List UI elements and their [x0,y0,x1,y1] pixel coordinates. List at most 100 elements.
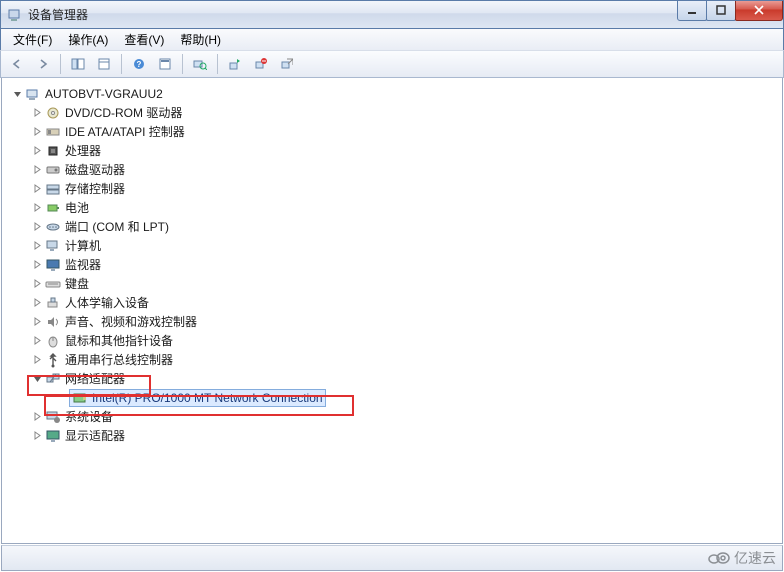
maximize-button[interactable] [706,1,736,21]
expand-toggle-icon[interactable] [32,145,43,156]
keyboard-icon [45,276,61,292]
display-icon [45,428,61,444]
tree-node[interactable]: 磁盘驱动器 [6,160,782,179]
menu-help[interactable]: 帮助(H) [172,29,229,50]
expand-toggle-icon[interactable] [32,126,43,137]
node-label: 端口 (COM 和 LPT) [65,218,169,235]
properties-button-2[interactable] [92,53,116,75]
title-bar: 设备管理器 [0,0,784,29]
expand-toggle-icon[interactable] [32,373,43,384]
tree-node[interactable]: 声音、视频和游戏控制器 [6,312,782,331]
tree-node[interactable]: IDE ATA/ATAPI 控制器 [6,122,782,141]
tree-node[interactable]: 系统设备 [6,407,782,426]
node-label: 系统设备 [65,408,113,425]
toolbar: ? [0,50,784,78]
window-title: 设备管理器 [28,6,678,23]
disable-button[interactable] [275,53,299,75]
expand-toggle-icon[interactable] [12,88,23,99]
tree-node[interactable]: 显示适配器 [6,426,782,445]
svg-text:?: ? [137,60,142,69]
forward-button[interactable] [31,53,55,75]
expand-toggle-icon[interactable] [32,107,43,118]
computer-icon [45,238,61,254]
close-button[interactable] [735,1,783,21]
sound-icon [45,314,61,330]
tree-node[interactable]: 人体学输入设备 [6,293,782,312]
port-icon [45,219,61,235]
node-label: IDE ATA/ATAPI 控制器 [65,123,185,140]
node-label: 显示适配器 [65,427,125,444]
node-label: Intel(R) PRO/1000 MT Network Connection [92,391,323,405]
mouse-icon [45,333,61,349]
menu-action[interactable]: 操作(A) [60,29,116,50]
expand-toggle-icon[interactable] [32,278,43,289]
expand-toggle-icon[interactable] [32,354,43,365]
expand-toggle-icon[interactable] [32,240,43,251]
separator [60,54,61,74]
scan-hardware-button[interactable] [188,53,212,75]
tree-node-network-device[interactable]: Intel(R) PRO/1000 MT Network Connection [6,388,782,407]
tree-node[interactable]: 计算机 [6,236,782,255]
node-label: 监视器 [65,256,101,273]
expand-toggle-icon[interactable] [32,430,43,441]
properties-button[interactable] [153,53,177,75]
expand-toggle-icon[interactable] [32,316,43,327]
ide-icon [45,124,61,140]
node-label: 磁盘驱动器 [65,161,125,178]
node-label: 处理器 [65,142,101,159]
disc-icon [45,105,61,121]
show-hide-tree-button[interactable] [66,53,90,75]
tree-node[interactable]: 处理器 [6,141,782,160]
node-label: 电池 [65,199,89,216]
tree-node[interactable]: 监视器 [6,255,782,274]
cloud-icon [707,549,731,568]
hid-icon [45,295,61,311]
node-label: DVD/CD-ROM 驱动器 [65,104,182,121]
back-button[interactable] [5,53,29,75]
status-bar [1,545,783,571]
node-label: 存储控制器 [65,180,125,197]
update-driver-button[interactable] [223,53,247,75]
minimize-button[interactable] [677,1,707,21]
computer-icon [25,86,41,102]
menu-view[interactable]: 查看(V) [116,29,172,50]
network-card-icon [72,390,88,406]
cpu-icon [45,143,61,159]
node-label: 网络适配器 [65,370,125,387]
tree-node[interactable]: 鼠标和其他指针设备 [6,331,782,350]
tree-node[interactable]: 端口 (COM 和 LPT) [6,217,782,236]
tree-node[interactable]: DVD/CD-ROM 驱动器 [6,103,782,122]
tree-node[interactable]: 键盘 [6,274,782,293]
tree-node[interactable]: 电池 [6,198,782,217]
tree-node[interactable]: 通用串行总线控制器 [6,350,782,369]
expand-toggle-icon[interactable] [32,221,43,232]
disk-icon [45,162,61,178]
node-label: 声音、视频和游戏控制器 [65,313,197,330]
uninstall-button[interactable] [249,53,273,75]
expand-toggle-icon[interactable] [32,335,43,346]
node-label: 通用串行总线控制器 [65,351,173,368]
tree-root-node[interactable]: AUTOBVT-VGRAUU2 [6,84,782,103]
menu-bar: 文件(F) 操作(A) 查看(V) 帮助(H) [0,29,784,50]
watermark: 亿速云 [707,548,776,568]
separator [217,54,218,74]
node-label: 计算机 [65,237,101,254]
watermark-text: 亿速云 [734,548,776,568]
battery-icon [45,200,61,216]
expand-toggle-icon[interactable] [32,411,43,422]
expand-toggle-icon[interactable] [32,183,43,194]
tree-node[interactable]: 存储控制器 [6,179,782,198]
tree-node-network-adapters[interactable]: 网络适配器 [6,369,782,388]
expand-toggle-icon[interactable] [32,202,43,213]
tree-view[interactable]: AUTOBVT-VGRAUU2DVD/CD-ROM 驱动器 IDE ATA/ATA… [1,78,783,544]
help-button[interactable]: ? [127,53,151,75]
system-icon [45,409,61,425]
expand-toggle-icon[interactable] [32,259,43,270]
expand-toggle-icon[interactable] [32,297,43,308]
separator [121,54,122,74]
expand-toggle-icon[interactable] [32,164,43,175]
app-icon [7,7,23,23]
tree-spacer [56,392,67,403]
menu-file[interactable]: 文件(F) [5,29,60,50]
storage-icon [45,181,61,197]
